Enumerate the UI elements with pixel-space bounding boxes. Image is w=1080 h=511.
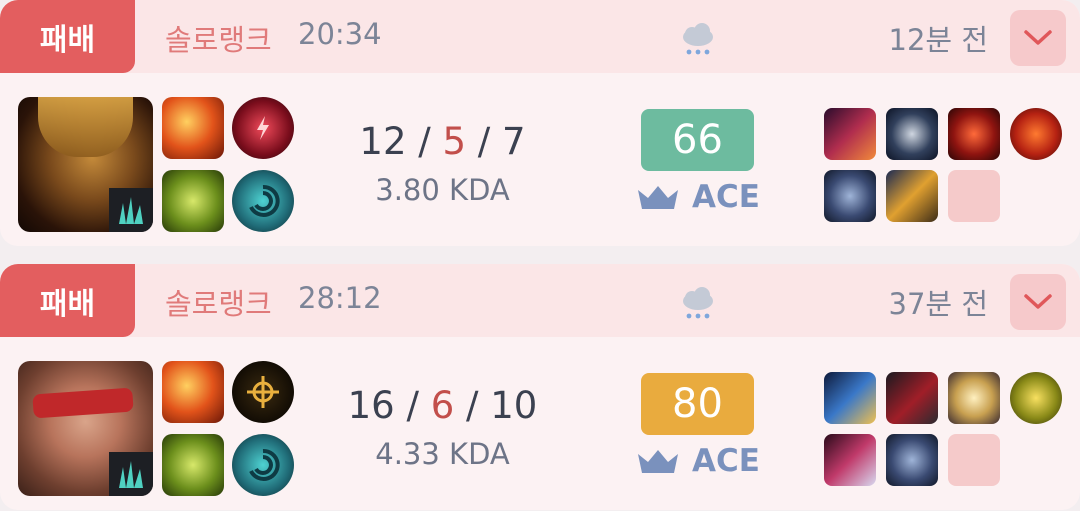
spear-item-icon[interactable]: [824, 434, 876, 486]
deaths: 5: [442, 120, 467, 163]
game-duration: 28:12: [298, 281, 382, 315]
queue-type: 솔로랭크: [165, 287, 272, 321]
rune-keystone-icon[interactable]: [162, 97, 224, 159]
crown-icon: [638, 186, 678, 209]
ace-badge: ACE: [636, 177, 760, 217]
op-score: 66: [641, 109, 754, 171]
match-header: 패배 솔로랭크 28:12 37분 전: [0, 264, 1080, 337]
champion-blindfold: [32, 387, 134, 419]
kills: 12: [359, 120, 407, 163]
time-ago: 37분 전: [888, 287, 988, 321]
ace-label: ACE: [692, 179, 760, 215]
game-duration: 20:34: [298, 17, 382, 51]
time-ago: 12분 전: [888, 23, 988, 57]
expand-button[interactable]: [1010, 10, 1066, 66]
kda-ratio: 4.33 KDA: [375, 437, 510, 471]
champion-portrait[interactable]: [18, 361, 153, 496]
queue-type: 솔로랭크: [165, 23, 272, 57]
champion-helmet: [38, 97, 133, 157]
expand-button[interactable]: [1010, 274, 1066, 330]
deaths: 6: [430, 384, 455, 427]
rain-cloud-icon: [683, 23, 713, 55]
winged-item-icon[interactable]: [948, 372, 1000, 424]
gold-orb-item-icon[interactable]: [1010, 372, 1062, 424]
ace-badge: ACE: [636, 441, 760, 481]
assists: 7: [502, 120, 526, 163]
red-helm-item-icon[interactable]: [1010, 108, 1062, 160]
kda-ratio: 3.80 KDA: [375, 173, 510, 207]
rune-domination-icon[interactable]: [232, 97, 294, 159]
jungle-icon: [109, 188, 153, 232]
empty-item-slot: [948, 170, 1000, 222]
rune-resolve-icon[interactable]: [232, 434, 294, 496]
boots-item-icon[interactable]: [824, 170, 876, 222]
rune-resolve-icon[interactable]: [232, 170, 294, 232]
kda-score: 12 / 5 / 7: [359, 120, 526, 163]
chevron-down-icon: [1024, 294, 1052, 309]
champion-portrait[interactable]: [18, 97, 153, 232]
sword-item-icon[interactable]: [824, 108, 876, 160]
rain-cloud-icon: [683, 287, 713, 319]
ace-label: ACE: [692, 443, 760, 479]
chevron-down-icon: [1024, 30, 1052, 45]
empty-item-slot: [948, 434, 1000, 486]
result-badge: 패배: [0, 0, 135, 73]
op-score: 80: [641, 373, 754, 435]
red-spike-item-icon[interactable]: [948, 108, 1000, 160]
rune-keystone-icon[interactable]: [162, 361, 224, 423]
ghost-spell-icon[interactable]: [162, 170, 224, 232]
crown-icon: [638, 450, 678, 473]
red-black-armor-item-icon[interactable]: [886, 372, 938, 424]
rune-precision-icon[interactable]: [232, 361, 294, 423]
trinket-item-icon[interactable]: [886, 170, 938, 222]
assists: 10: [490, 384, 538, 427]
dark-armor-item-icon[interactable]: [886, 108, 938, 160]
boots-item-icon[interactable]: [886, 434, 938, 486]
kills: 16: [347, 384, 395, 427]
ghost-spell-icon[interactable]: [162, 434, 224, 496]
jungle-icon: [109, 452, 153, 496]
match-card[interactable]: 패배 솔로랭크 28:12 37분 전 16 / 6 / 10 4.33 KDA…: [0, 264, 1080, 510]
match-header: 패배 솔로랭크 20:34 12분 전: [0, 0, 1080, 73]
blue-sword-item-icon[interactable]: [824, 372, 876, 424]
match-card[interactable]: 패배 솔로랭크 20:34 12분 전 12 / 5 / 7 3.80 KDA …: [0, 0, 1080, 246]
kda-score: 16 / 6 / 10: [347, 384, 538, 427]
result-badge: 패배: [0, 264, 135, 337]
